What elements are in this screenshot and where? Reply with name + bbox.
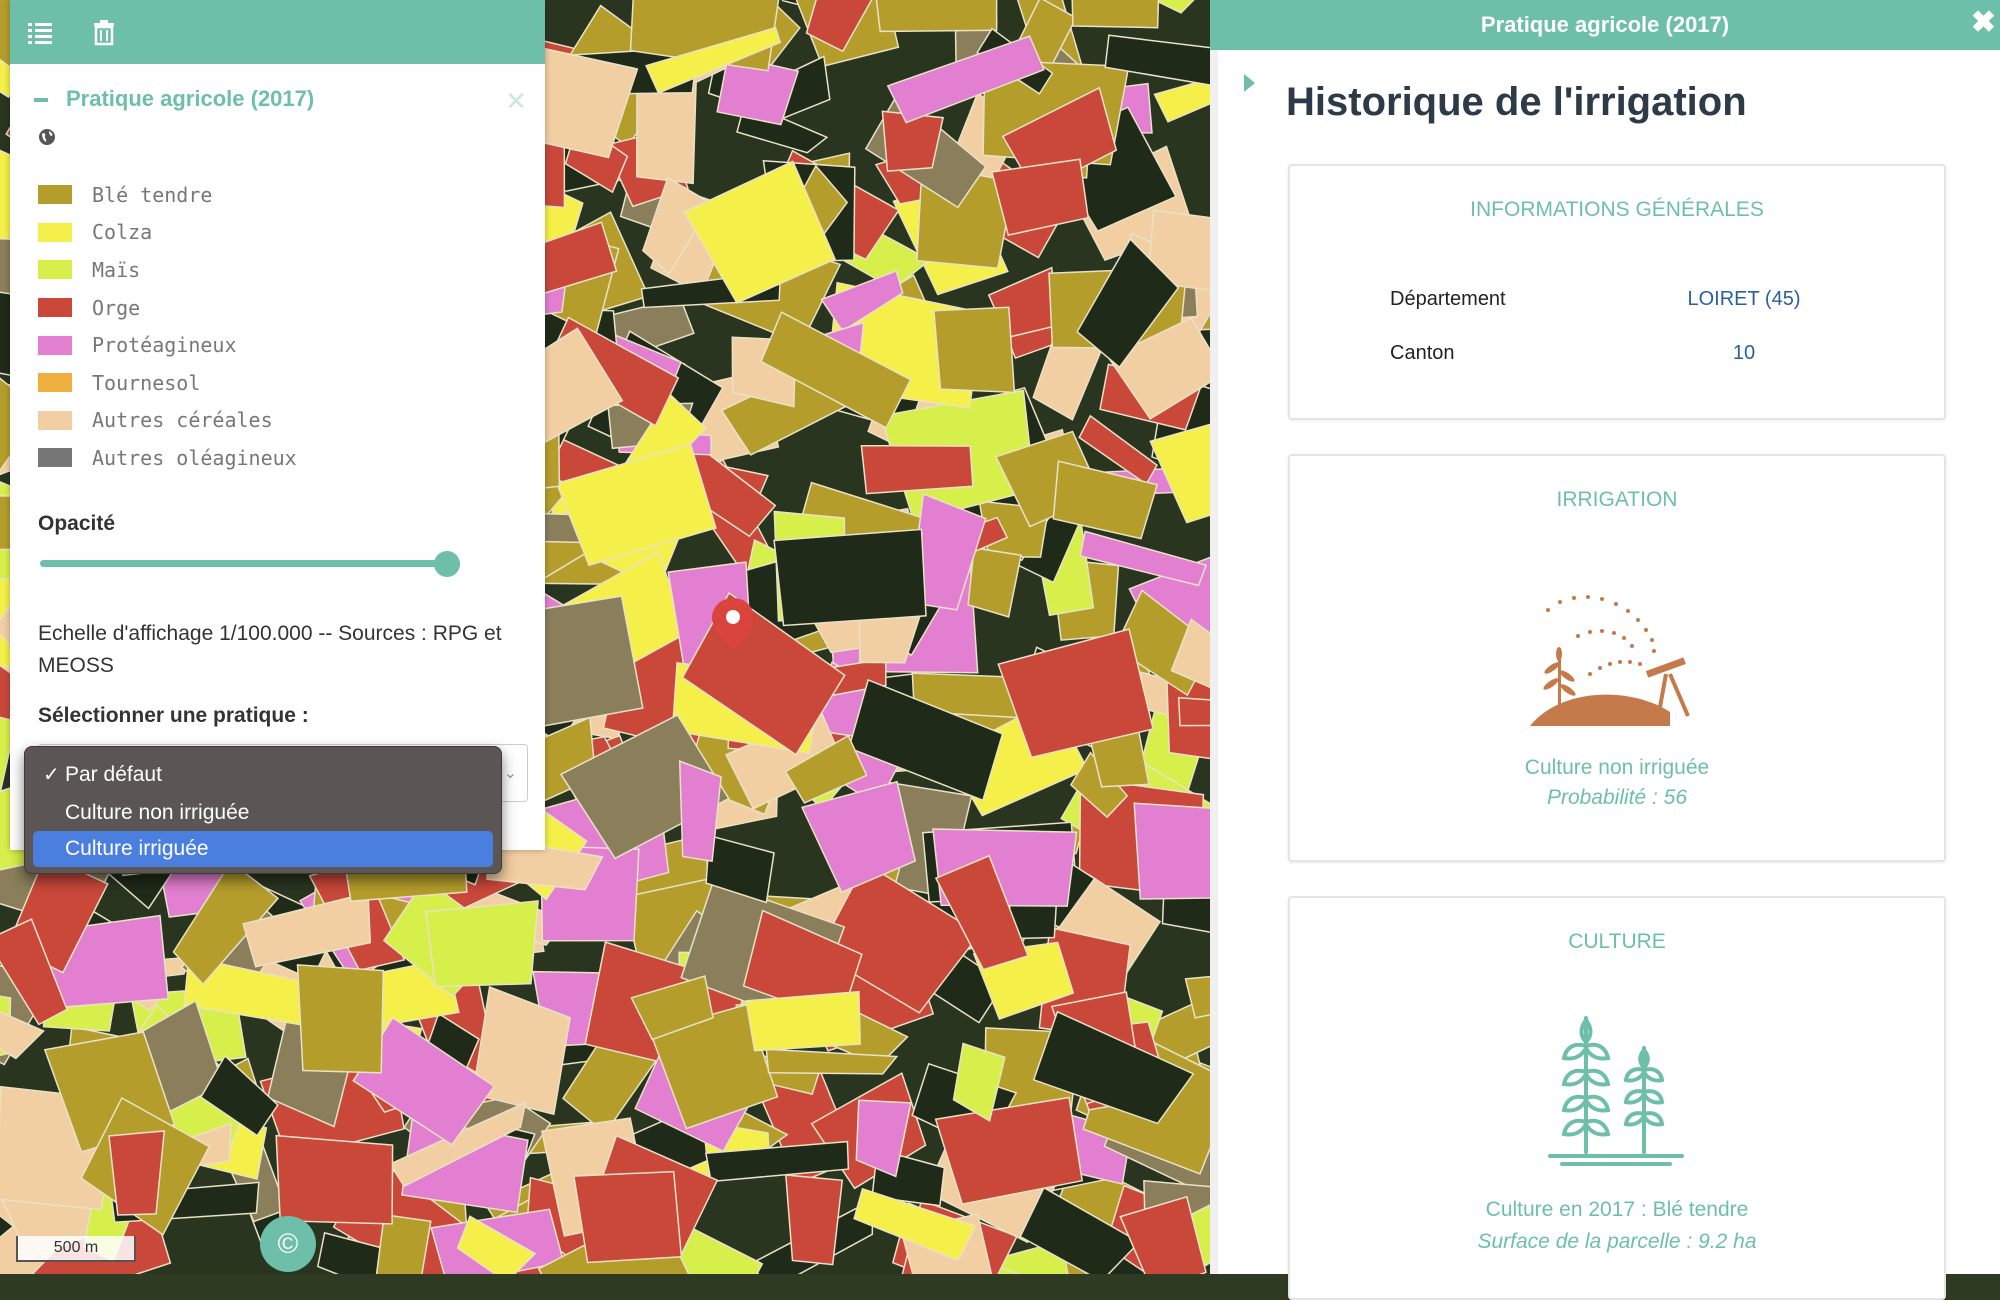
legend-swatch [38,335,72,355]
attribution-button[interactable]: © [260,1216,316,1272]
departement-label: Département [1390,288,1506,310]
card-title: CULTURE [1568,930,1666,953]
legend-swatch [38,185,72,205]
legend-swatch [38,260,72,280]
opacity-slider[interactable] [40,546,480,580]
opacity-label: Opacité [38,512,116,535]
practice-dropdown-menu[interactable]: ✓ Par défaut Culture non irriguée Culture… [24,746,502,874]
card-title: IRRIGATION [1556,488,1678,511]
chevron-down-icon: ⌄ [503,765,517,782]
close-icon[interactable]: ✕ [505,86,527,117]
legend-swatch [38,298,72,318]
legend-item: Orge [38,289,297,327]
layer-toolbar [10,0,545,64]
practice-select-label: Sélectionner une pratique : [38,704,309,727]
legend-swatch [38,222,72,242]
irrigation-probability: Probabilité : 56 [1546,786,1688,809]
trash-icon[interactable] [90,18,118,46]
irrigation-status: Culture non irriguée [1524,756,1710,779]
legend-label: Tournesol [92,370,201,395]
panel-edge [1210,50,1218,1274]
globe-icon [39,129,55,145]
legend-swatch [38,448,72,468]
legend-label: Colza [92,220,153,245]
slider-thumb[interactable] [434,551,461,577]
legend-item: Protéagineux [38,326,297,364]
checkmark-icon: ✓ [43,764,60,786]
canton-value: 10 [1732,342,1756,364]
option-par-defaut[interactable]: ✓ Par défaut [33,757,493,793]
legend-item: Tournesol [38,364,297,402]
info-panel: Pratique agricole (2017) ✖ Historique de… [1210,0,2000,1300]
legend-swatch [38,373,72,393]
info-panel-header: Pratique agricole (2017) ✖ [1210,0,2000,50]
legend-label: Protéagineux [92,333,237,358]
irrigation-card: IRRIGATION Culture non irriguée Probabil… [1288,454,1946,862]
irrigation-sprinkler-icon [1530,595,1690,726]
list-icon[interactable] [26,18,54,46]
legend-label: Maïs [92,257,141,282]
legend-item: Maïs [38,251,297,289]
layer-panel: Pratique agricole (2017) ✕ Blé tendre Col… [10,0,545,850]
option-culture-non-irriguee[interactable]: Culture non irriguée [33,795,493,831]
departement-value: LOIRET (45) [1687,288,1801,310]
legend-item: Blé tendre [38,176,297,214]
parcel-surface: Surface de la parcelle : 9.2 ha [1477,1230,1757,1253]
layer-title-text: Pratique agricole (2017) [66,86,315,111]
legend-label: Orge [92,295,141,320]
wheat-icon [1548,1016,1684,1166]
map-scale-bar: 500 m [16,1236,136,1262]
panel-title: Historique de l'irrigation [1286,80,1747,124]
option-culture-irriguee[interactable]: Culture irriguée [33,831,493,867]
expand-arrow-icon[interactable] [1244,74,1255,92]
collapse-icon[interactable] [34,98,48,103]
layer-title[interactable]: Pratique agricole (2017) [34,86,314,112]
legend-item: Colza [38,214,297,252]
culture-caption: Culture en 2017 : Blé tendre [1485,1198,1749,1221]
canton-label: Canton [1390,342,1455,364]
slider-track[interactable] [40,560,460,567]
culture-card: CULTURE Culture en 2017: Blé tendre Sur… [1288,896,1946,1300]
close-icon[interactable]: ✖ [1971,0,1996,48]
legend-swatch [38,410,72,430]
location-pin-icon[interactable] [712,598,754,650]
scale-sources-note: Echelle d'affichage 1/100.000 -- Sources… [38,622,502,677]
legend-label: Autres céréales [92,408,273,433]
legend-label: Autres oléagineux [92,445,297,470]
info-panel-header-title: Pratique agricole (2017) [1480,12,1730,37]
general-info-card: INFORMATIONS GÉNÉRALES Département LOIRE… [1288,164,1946,420]
legend-label: Blé tendre [92,182,213,207]
card-title: INFORMATIONS GÉNÉRALES [1470,198,1764,221]
legend-item: Autres céréales [38,402,297,440]
legend-item: Autres oléagineux [38,439,297,477]
crop-legend: Blé tendre Colza Maïs Orge Protéagineux Tourn… [38,176,297,477]
